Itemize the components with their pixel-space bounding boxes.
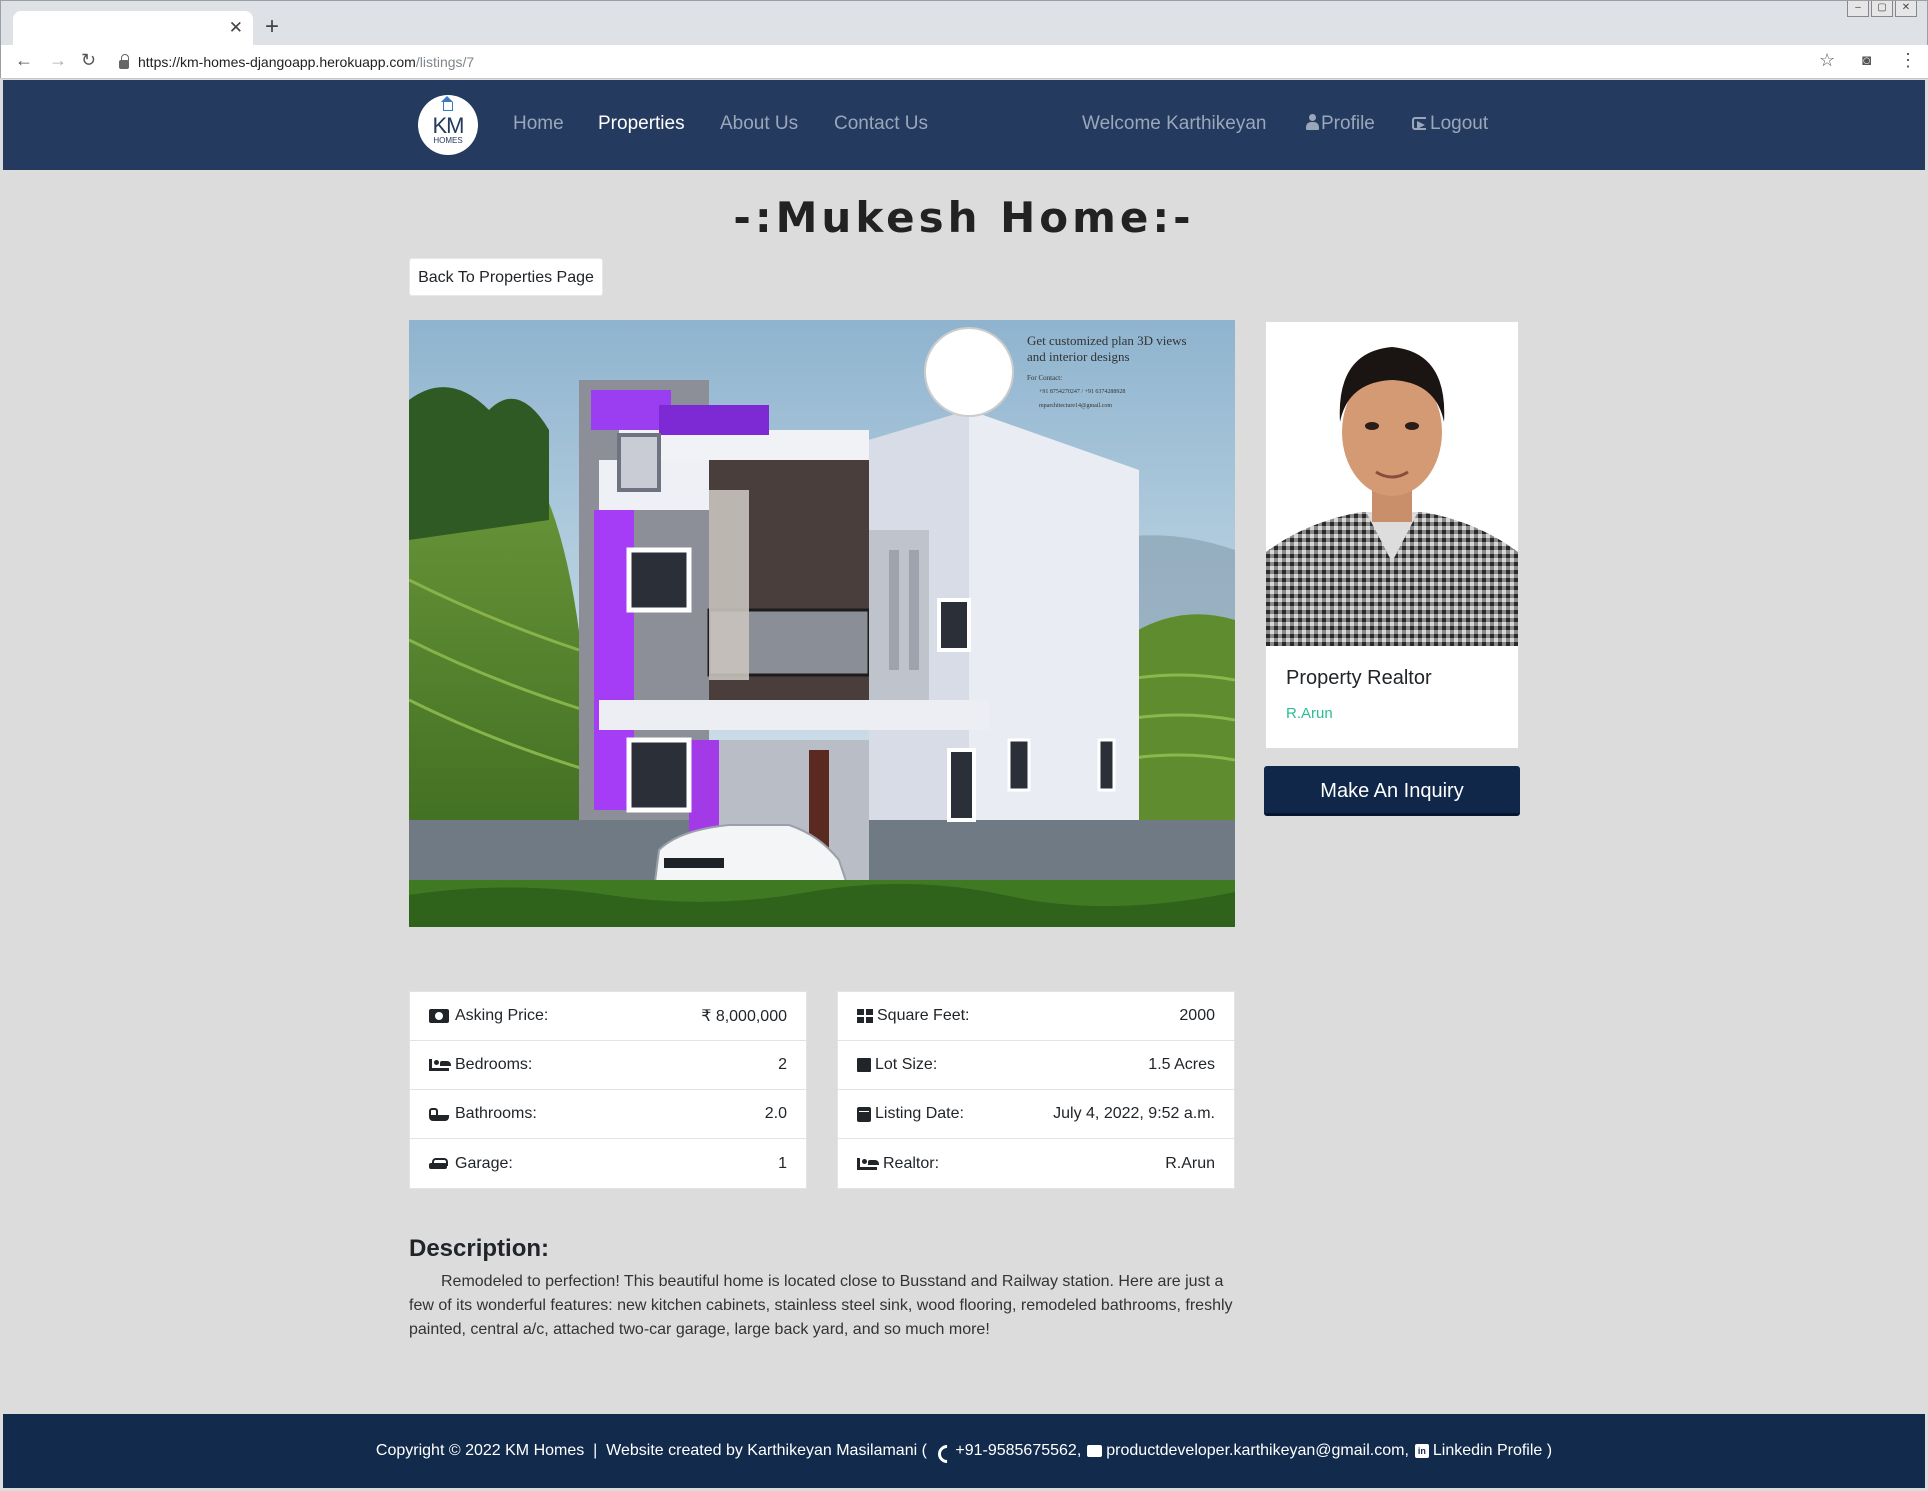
footer-phone[interactable]: +91-9585675562, bbox=[955, 1442, 1081, 1460]
window-controls: – ▢ ✕ bbox=[1847, 1, 1917, 17]
description-text: Remodeled to perfection! This beautiful … bbox=[409, 1273, 1233, 1338]
nav-link-logout[interactable]: Logout bbox=[1412, 113, 1488, 135]
detail-label: Bathrooms: bbox=[455, 1105, 537, 1122]
forward-arrow-icon[interactable]: → bbox=[49, 50, 67, 71]
details-list-right: Square Feet: 2000 Lot Size: 1.5 Acres Li… bbox=[837, 991, 1235, 1189]
ad-email: mparchitecture14@gmail.com bbox=[1039, 403, 1112, 409]
sign-out-icon bbox=[1412, 117, 1426, 130]
profile-label: Profile bbox=[1321, 113, 1375, 134]
nav-link-properties[interactable]: Properties bbox=[598, 113, 685, 135]
detail-value: July 4, 2022, 9:52 a.m. bbox=[1053, 1105, 1215, 1122]
ad-phone: +91 8754270247 / +91 6374288928 bbox=[1039, 389, 1125, 395]
detail-row-square-feet: Square Feet: 2000 bbox=[838, 992, 1234, 1041]
description-heading: Description: bbox=[409, 1235, 550, 1262]
nav-link-profile[interactable]: Profile bbox=[1306, 113, 1375, 135]
calendar-icon bbox=[857, 1106, 871, 1122]
new-tab-icon[interactable]: + bbox=[265, 13, 279, 41]
footer-email[interactable]: productdeveloper.karthikeyan@gmail.com, bbox=[1106, 1442, 1409, 1460]
details-list-left: Asking Price: ₹ 8,000,000 Bedrooms: 2 Ba… bbox=[409, 991, 807, 1189]
nav-link-about-us[interactable]: About Us bbox=[720, 113, 798, 135]
detail-value: 2.0 bbox=[764, 1105, 787, 1122]
grid-icon bbox=[857, 1009, 873, 1023]
envelope-icon bbox=[1087, 1445, 1103, 1457]
footer-linkedin-link[interactable]: Linkedin Profile ) bbox=[1433, 1442, 1552, 1460]
close-window-icon[interactable]: ✕ bbox=[1895, 1, 1917, 17]
phone-icon bbox=[937, 1444, 951, 1458]
back-to-properties-button[interactable]: Back To Properties Page bbox=[409, 258, 603, 296]
listing-main-photo[interactable]: Get customized plan 3D views and interio… bbox=[409, 320, 1235, 927]
car-icon bbox=[429, 1157, 449, 1170]
realtor-card: Property Realtor R.Arun bbox=[1265, 321, 1519, 749]
logout-label: Logout bbox=[1430, 113, 1489, 134]
nav-link-contact-us[interactable]: Contact Us bbox=[834, 113, 928, 135]
minimize-icon[interactable]: – bbox=[1847, 1, 1869, 17]
detail-label: Bedrooms: bbox=[455, 1056, 533, 1073]
ad-line-1: Get customized plan 3D views bbox=[1027, 333, 1187, 348]
reload-icon[interactable]: ↻ bbox=[81, 50, 96, 71]
url-path: /listings/7 bbox=[415, 54, 475, 70]
lock-icon bbox=[119, 53, 129, 69]
detail-value: 2 bbox=[778, 1056, 787, 1073]
detail-row-lot-size: Lot Size: 1.5 Acres bbox=[838, 1041, 1234, 1090]
realtor-name-link[interactable]: R.Arun bbox=[1286, 705, 1333, 722]
detail-value: 2000 bbox=[1179, 1007, 1215, 1024]
detail-value: 1 bbox=[778, 1154, 787, 1172]
nav-link-home[interactable]: Home bbox=[513, 113, 564, 135]
bath-icon bbox=[429, 1107, 449, 1121]
detail-row-asking-price: Asking Price: ₹ 8,000,000 bbox=[410, 992, 806, 1041]
footer: Copyright © 2022 KM Homes | Website crea… bbox=[3, 1414, 1925, 1488]
restore-icon[interactable]: ▢ bbox=[1871, 1, 1893, 17]
page: KM HOMES Home Properties About Us Contac… bbox=[3, 80, 1925, 1488]
square-icon bbox=[857, 1058, 871, 1072]
detail-row-bedrooms: Bedrooms: 2 bbox=[410, 1041, 806, 1090]
logo-subtext: HOMES bbox=[433, 136, 463, 145]
navbar: KM HOMES Home Properties About Us Contac… bbox=[3, 80, 1925, 170]
detail-label: Square Feet: bbox=[877, 1007, 970, 1024]
camera-icon[interactable]: ◙ bbox=[1862, 52, 1871, 69]
url-host: https://km-homes-djangoapp.herokuapp.com bbox=[138, 54, 416, 70]
make-inquiry-button[interactable]: Make An Inquiry bbox=[1264, 766, 1520, 816]
money-icon bbox=[429, 1009, 449, 1023]
detail-value: 1.5 Acres bbox=[1148, 1056, 1215, 1073]
linkedin-icon: in bbox=[1414, 1444, 1429, 1458]
welcome-text: Welcome Karthikeyan bbox=[1082, 113, 1267, 134]
detail-label: Asking Price: bbox=[455, 1007, 549, 1024]
address-bar[interactable]: https://km-homes-djangoapp.herokuapp.com… bbox=[119, 50, 1819, 74]
menu-dots-icon[interactable]: ⋮ bbox=[1899, 50, 1917, 71]
realtor-heading: Property Realtor bbox=[1286, 667, 1432, 689]
listing-title: -:Mukesh Home:- bbox=[733, 193, 1195, 242]
detail-row-bathrooms: Bathrooms: 2.0 bbox=[410, 1090, 806, 1139]
detail-label: Realtor: bbox=[883, 1154, 940, 1172]
realtor-photo bbox=[1266, 322, 1518, 646]
ad-line-2: and interior designs bbox=[1027, 349, 1130, 364]
house-logo-icon bbox=[441, 96, 453, 111]
detail-label: Lot Size: bbox=[875, 1056, 938, 1073]
detail-label: Listing Date: bbox=[875, 1105, 964, 1122]
bed-icon bbox=[857, 1157, 879, 1170]
detail-value: R.Arun bbox=[1165, 1154, 1215, 1172]
user-icon bbox=[1306, 114, 1319, 130]
browser-toolbar: ← → ↻ https://km-homes-djangoapp.herokua… bbox=[1, 45, 1928, 79]
browser-chrome: ✕ + – ▢ ✕ ← → ↻ https://km-homes-djangoa… bbox=[0, 0, 1928, 79]
back-arrow-icon[interactable]: ← bbox=[15, 50, 33, 71]
detail-row-garage: Garage: 1 bbox=[410, 1139, 806, 1188]
km-homes-logo[interactable]: KM HOMES bbox=[418, 95, 478, 155]
close-tab-icon[interactable]: ✕ bbox=[229, 18, 243, 38]
detail-label: Garage: bbox=[455, 1154, 513, 1172]
browser-tab[interactable]: ✕ bbox=[13, 11, 253, 45]
bed-icon bbox=[429, 1059, 451, 1071]
bookmark-star-icon[interactable]: ☆ bbox=[1819, 50, 1835, 71]
footer-copyright: Copyright © 2022 KM Homes | Website crea… bbox=[375, 1442, 932, 1459]
detail-value: ₹ 8,000,000 bbox=[701, 1008, 787, 1025]
detail-row-listing-date: Listing Date: July 4, 2022, 9:52 a.m. bbox=[838, 1090, 1234, 1139]
detail-row-realtor: Realtor: R.Arun bbox=[838, 1139, 1234, 1188]
ad-contact-label: For Contact: bbox=[1027, 374, 1062, 382]
